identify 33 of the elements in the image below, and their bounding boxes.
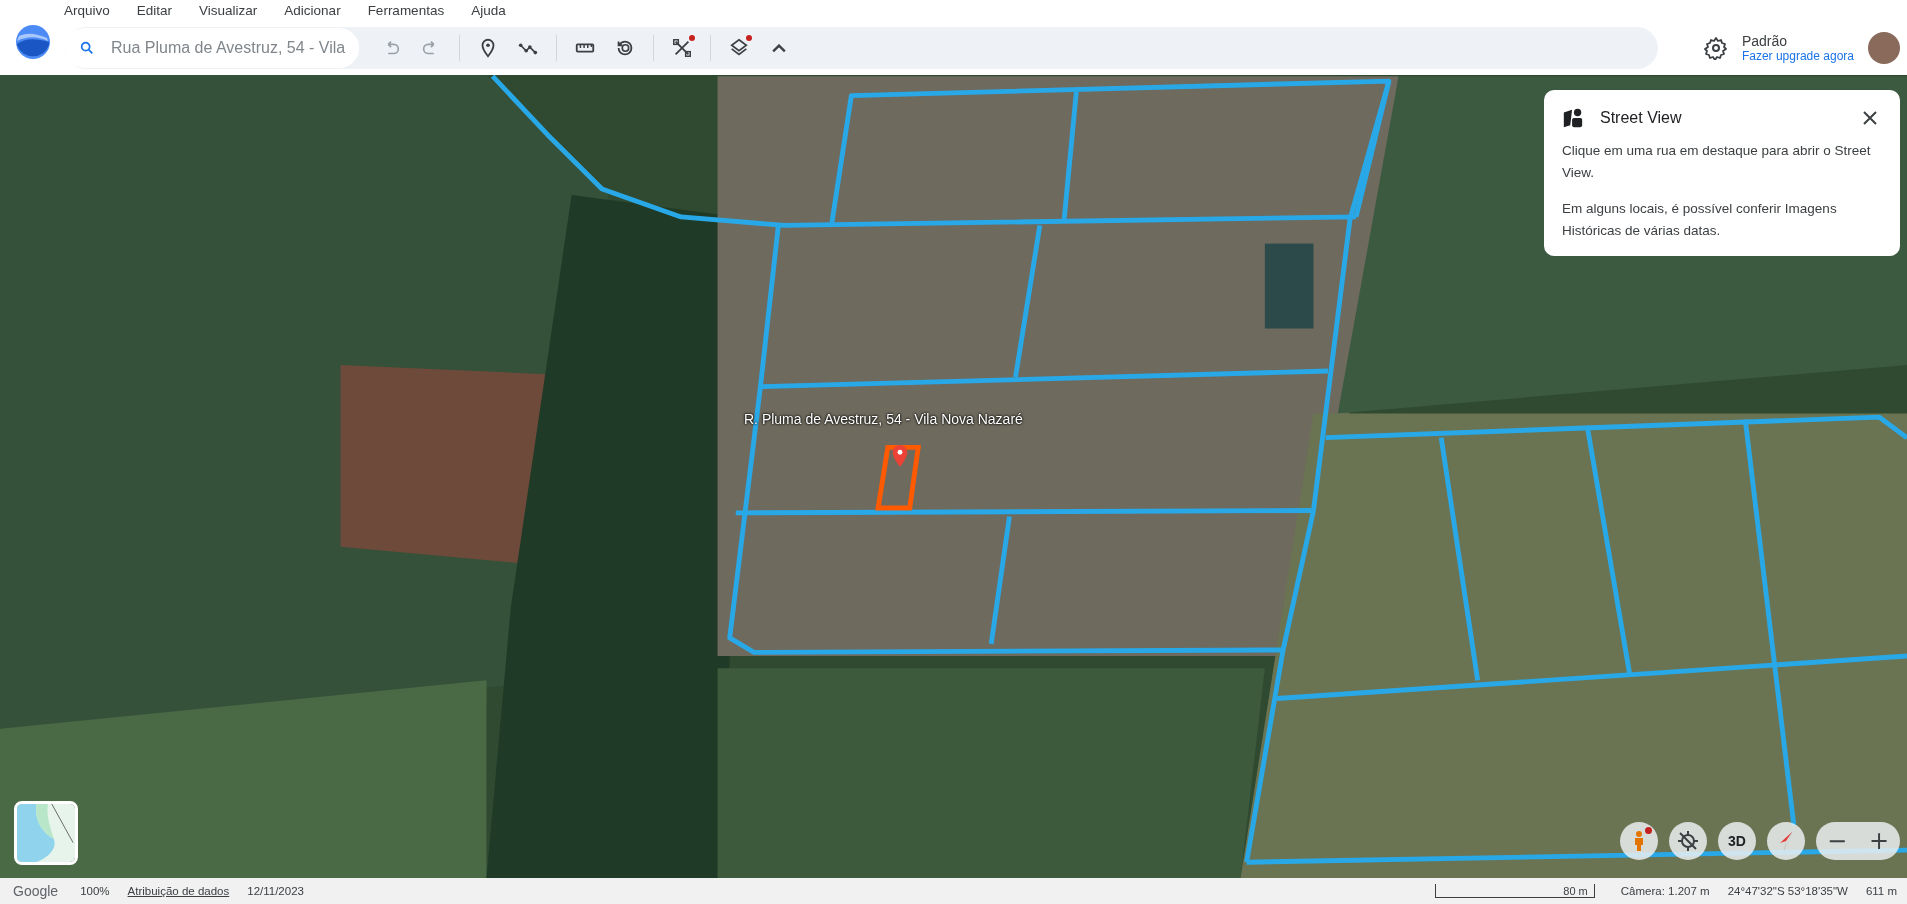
earth-logo-icon [15, 24, 51, 60]
search-icon [79, 40, 95, 56]
coordinates: 24°47'32"S 53°18'35"W [1727, 885, 1848, 897]
avatar-placeholder[interactable] [1868, 32, 1900, 64]
menu-item[interactable]: Editar [136, 2, 173, 18]
location-off-icon [1676, 829, 1700, 853]
menu-item[interactable]: Visualizar [199, 2, 258, 18]
upgrade-link[interactable]: Fazer upgrade agora [1741, 49, 1854, 63]
attribution-link[interactable]: Atribuição de dados [127, 885, 230, 897]
menu-item[interactable]: Ferramentas [367, 2, 445, 18]
camera-altitude: Câmera: 1.207 m [1620, 885, 1710, 897]
crossed-tools-icon [671, 37, 693, 59]
minimap-thumbnail[interactable] [14, 801, 78, 865]
account-name: Padrão [1741, 33, 1789, 49]
scale-bar: 80 m [1434, 884, 1595, 898]
menu-item[interactable]: Arquivo [64, 2, 110, 18]
zoom-out-button[interactable]: − [1816, 822, 1858, 860]
street-view-icon [1562, 107, 1584, 129]
search-field[interactable]: Rua Pluma de Avestruz, 54 - Vila [65, 28, 359, 68]
panel-text: Em alguns locais, é possível conferir Imagens Históricas de várias datas. [1562, 200, 1838, 240]
settings-icon[interactable] [1703, 36, 1728, 60]
menu-item[interactable]: Ajuda [471, 2, 506, 18]
imagery-date: 12/11/2023 [247, 885, 304, 897]
caret-icon [772, 43, 786, 53]
brand-label: Google [13, 883, 59, 899]
elevation: 611 m [1865, 885, 1897, 897]
zoom-in-button[interactable]: + [1858, 822, 1900, 860]
location-pin-icon [892, 444, 908, 467]
panel-text: Clique em uma rua em destaque para abrir o Street View. [1562, 142, 1872, 182]
menu-item[interactable]: Adicionar [284, 2, 341, 18]
zoom-percentage: 100% [80, 885, 110, 897]
parcel-outline [875, 444, 922, 511]
panel-title: Street View [1600, 109, 1683, 127]
